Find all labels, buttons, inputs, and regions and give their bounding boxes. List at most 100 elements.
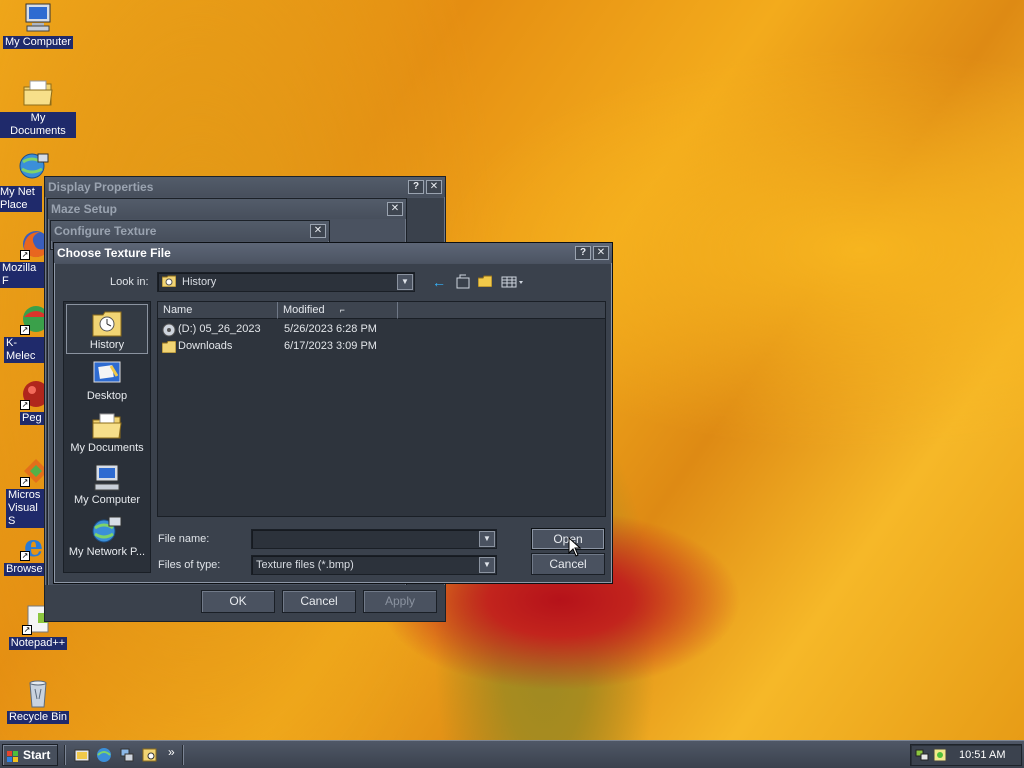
place-my-computer[interactable]: My Computer	[66, 460, 148, 510]
clock[interactable]: 10:51 AM	[959, 749, 1005, 761]
folder-documents-icon	[91, 412, 123, 440]
system-tray: 10:51 AM	[910, 744, 1022, 766]
file-name-label: File name:	[158, 533, 210, 545]
place-history[interactable]: History	[66, 304, 148, 354]
apply-button[interactable]: Apply	[363, 590, 437, 613]
view-menu-icon[interactable]	[501, 275, 525, 289]
sort-arrow-icon: ⌐	[339, 305, 345, 315]
column-header-label: Modified	[283, 304, 325, 316]
file-list[interactable]: Name Modified ⌐ (D:) 05_26_2023 5/26/202…	[157, 301, 606, 517]
cancel-button[interactable]: Cancel	[282, 590, 356, 613]
files-of-type-value: Texture files (*.bmp)	[256, 559, 354, 571]
start-button[interactable]: Start	[2, 744, 58, 766]
desktop-icon-label: K-Melec	[4, 337, 48, 363]
maze-setup-titlebar[interactable]: Maze Setup ✕	[48, 199, 406, 219]
window-title: Configure Texture	[54, 224, 157, 238]
dialog-title: Choose Texture File	[57, 246, 171, 260]
column-header-name[interactable]: Name	[158, 302, 278, 319]
desktop-icon-label: My Documents	[0, 112, 76, 138]
help-button[interactable]: ?	[575, 246, 591, 260]
look-in-label: Look in:	[110, 276, 149, 288]
desktop-icon-label: Browse	[4, 563, 45, 576]
close-button[interactable]: ✕	[310, 224, 326, 238]
file-name-input[interactable]: ▼	[251, 529, 497, 549]
column-header-empty	[398, 302, 605, 319]
browser-quicklaunch-icon[interactable]	[96, 747, 112, 763]
choose-texture-file-dialog: Choose Texture File ? ✕ Look in: History…	[53, 242, 613, 584]
help-button[interactable]: ?	[408, 180, 424, 194]
look-in-dropdown[interactable]: History ▼	[157, 272, 415, 292]
desktop-icon-peg[interactable]: ↗ Peg	[20, 378, 49, 425]
ok-button[interactable]: OK	[201, 590, 275, 613]
mouse-cursor-icon	[568, 536, 582, 557]
column-header-modified[interactable]: Modified ⌐	[278, 302, 398, 319]
desktop-icon-label: Notepad++	[8, 637, 68, 650]
search-quicklaunch-icon[interactable]	[142, 747, 158, 763]
place-my-documents[interactable]: My Documents	[66, 408, 148, 458]
close-button[interactable]: ✕	[387, 202, 403, 216]
chevron-down-icon[interactable]: ▼	[397, 274, 413, 290]
network-places-icon	[91, 516, 123, 544]
desktop-icon-recycle-bin[interactable]: Recycle Bin	[0, 677, 76, 724]
new-folder-icon[interactable]	[477, 275, 493, 288]
desktop-icon	[91, 360, 123, 388]
place-label: My Computer	[73, 494, 141, 506]
place-my-network-places[interactable]: My Network P...	[66, 512, 148, 562]
files-of-type-dropdown[interactable]: Texture files (*.bmp) ▼	[251, 555, 497, 575]
recycle-bin-icon	[22, 677, 54, 709]
up-folder-icon[interactable]	[455, 274, 471, 290]
back-arrow-icon[interactable]: ←	[432, 274, 446, 290]
chevron-down-icon[interactable]: ▼	[479, 531, 495, 547]
desktop-icon-my-documents[interactable]: My Documents	[0, 78, 76, 138]
desktop-icon-k-meleon[interactable]: ↗ K-Melec	[4, 303, 49, 363]
close-button[interactable]: ✕	[593, 246, 609, 260]
folder-icon	[161, 340, 177, 354]
place-label: My Documents	[70, 442, 144, 454]
configure-texture-titlebar[interactable]: Configure Texture ✕	[51, 221, 329, 241]
file-modified: 5/26/2023 6:28 PM	[284, 323, 377, 335]
file-name: Downloads	[178, 340, 233, 352]
separator	[64, 745, 66, 765]
place-label: History	[89, 339, 125, 351]
volume-tray-icon[interactable]	[933, 748, 947, 762]
my-computer-icon	[22, 2, 54, 34]
desktop-icon-label: Recycle Bin	[6, 711, 70, 724]
network-quicklaunch-icon[interactable]	[119, 747, 135, 763]
desktop-icon-label: My Net Place	[0, 186, 42, 212]
place-label: Desktop	[86, 390, 128, 402]
window-title: Display Properties	[48, 180, 154, 194]
place-desktop[interactable]: Desktop	[66, 356, 148, 406]
look-in-value: History	[182, 276, 217, 288]
folder-documents-icon	[22, 78, 54, 110]
display-properties-footer: OK Cancel Apply	[45, 585, 445, 621]
start-label: Start	[23, 748, 51, 762]
show-desktop-icon[interactable]	[74, 747, 90, 763]
close-button[interactable]: ✕	[426, 180, 442, 194]
dialog-body: Look in: History ▼ ← History Desktop My …	[55, 264, 611, 582]
file-row[interactable]: (D:) 05_26_2023 5/26/2023 6:28 PM	[158, 321, 605, 338]
desktop-icon-label: Peg	[20, 412, 44, 425]
desktop-icon-my-network-places[interactable]: My Net Place	[0, 152, 49, 212]
desktop-icon-label: My Computer	[2, 36, 74, 49]
chevron-down-icon[interactable]: ▼	[479, 557, 495, 573]
window-title: Maze Setup	[51, 202, 118, 216]
file-row[interactable]: Downloads 6/17/2023 3:09 PM	[158, 338, 605, 355]
desktop-icon-mozilla-firefox[interactable]: ↗ Mozilla F	[0, 228, 50, 288]
windows-logo-icon	[7, 749, 19, 762]
place-label: My Network P...	[68, 546, 146, 558]
drive-icon	[162, 323, 176, 337]
history-folder-icon	[161, 275, 177, 288]
separator	[182, 745, 184, 765]
taskbar: Start » 10:51 AM	[0, 740, 1024, 768]
files-of-type-label: Files of type:	[158, 559, 221, 571]
places-bar: History Desktop My Documents My Computer	[63, 301, 151, 573]
dialog-titlebar[interactable]: Choose Texture File ? ✕	[54, 243, 612, 263]
network-tray-icon[interactable]	[915, 748, 929, 762]
desktop-icon-browse[interactable]: e ↗ Browse	[4, 529, 48, 576]
quicklaunch-chevron[interactable]: »	[168, 745, 175, 759]
history-icon	[91, 309, 123, 337]
display-properties-titlebar[interactable]: Display Properties ? ✕	[45, 177, 445, 197]
desktop-icon-my-computer[interactable]: My Computer	[0, 2, 76, 49]
desktop-icon-visual-studio[interactable]: ↗ Micros Visual S	[6, 455, 48, 528]
file-modified: 6/17/2023 3:09 PM	[284, 340, 377, 352]
